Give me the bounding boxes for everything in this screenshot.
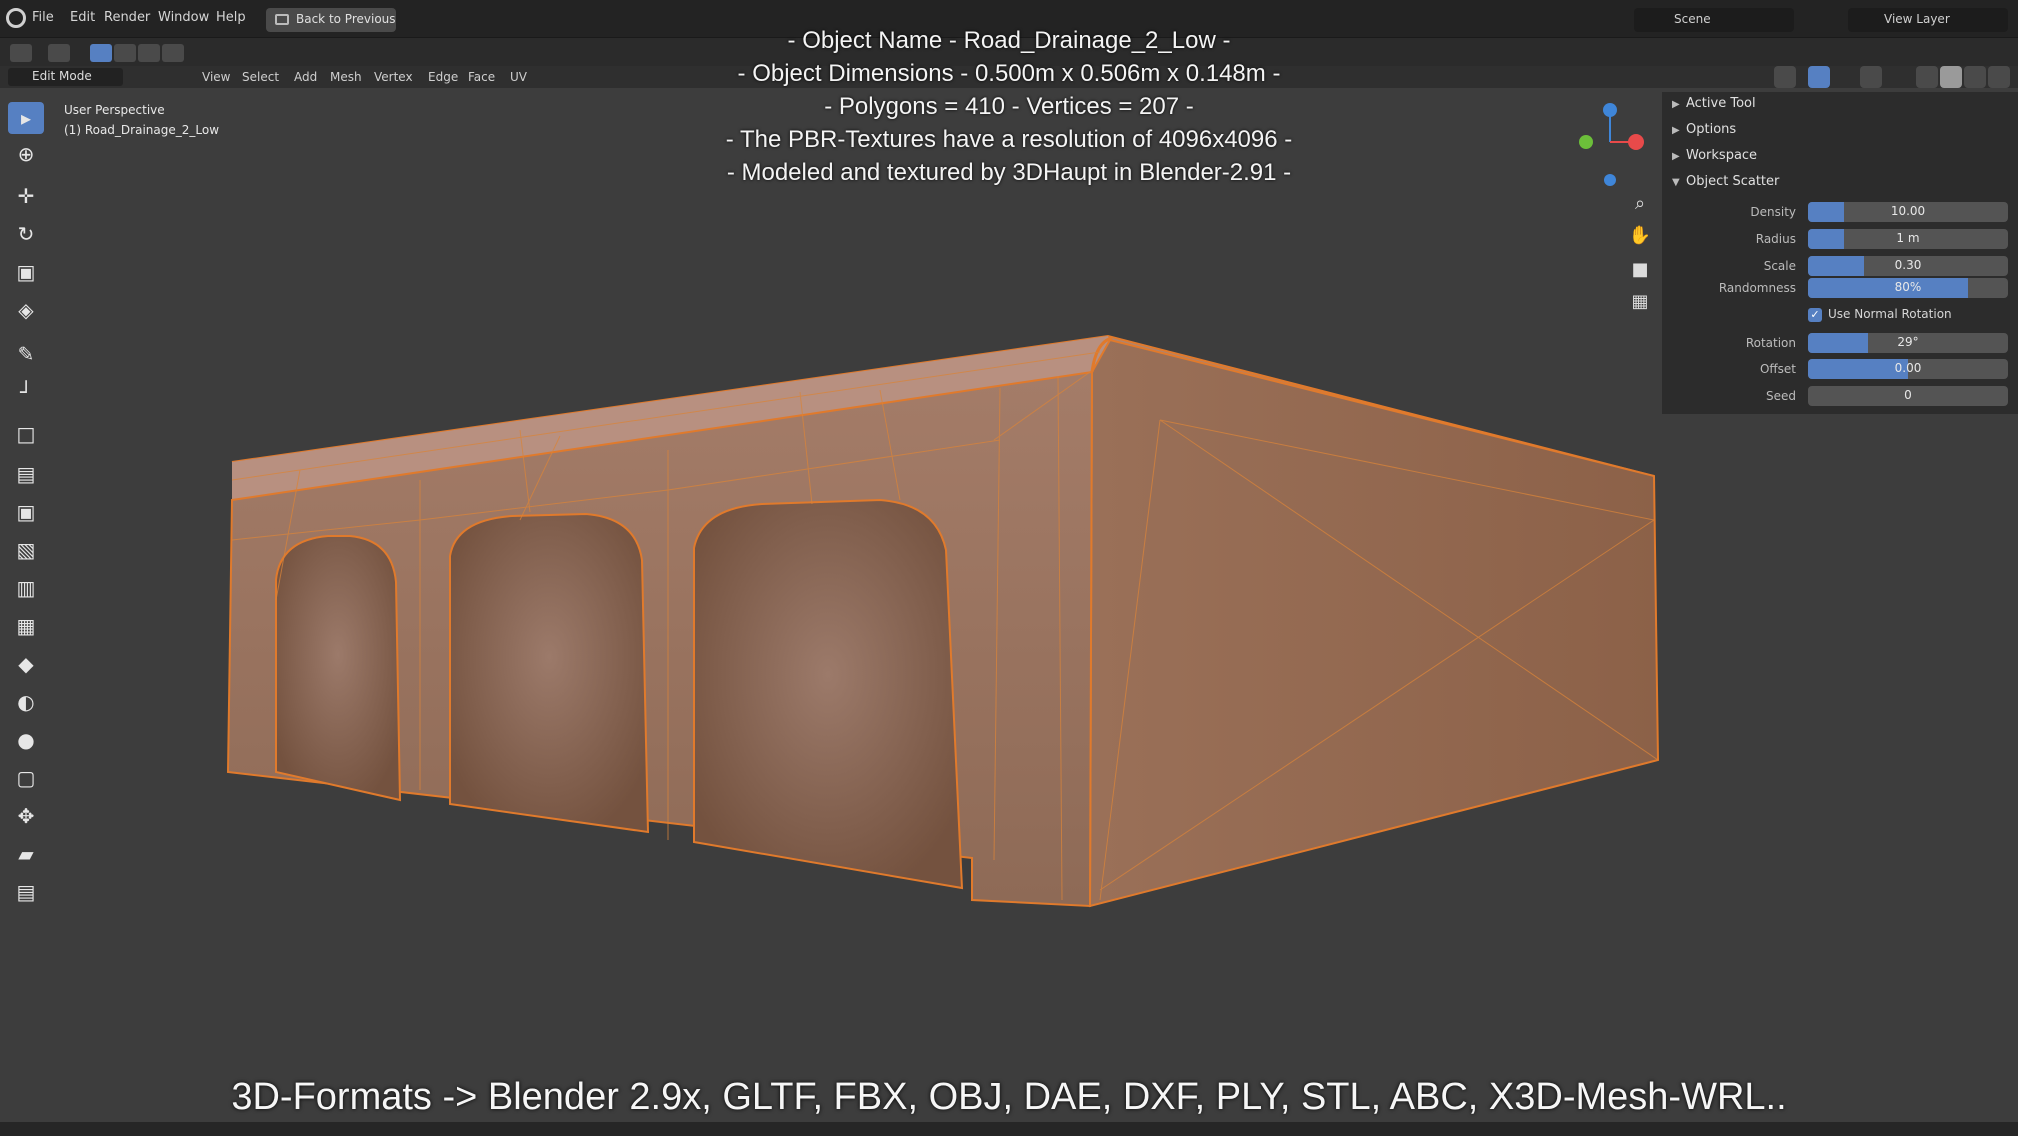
z-axis-handle[interactable]	[1603, 103, 1617, 117]
tool-shelf: ▸ ⊕ ✛ ↻ ▣ ◈ ✎ ┘ □ ▤ ▣ ▧ ▥ ▦ ◆ ◐ ● ▢ ✥ ▰ …	[4, 98, 46, 918]
scale-slider[interactable]: 0.30	[1808, 256, 2008, 276]
status-bar	[0, 1122, 2018, 1136]
density-slider[interactable]: 10.00	[1808, 202, 2008, 222]
overlay-line-dimensions: - Object Dimensions - 0.500m x 0.506m x …	[737, 60, 1281, 87]
rotation-label: Rotation	[1745, 336, 1796, 350]
panel-options[interactable]: ▶ Options	[1672, 122, 1736, 137]
expand-arrow-icon: ▶	[1672, 99, 1680, 110]
rotate-tool-icon[interactable]: ↻	[8, 218, 44, 250]
cursor-tool-icon[interactable]: ⊕	[8, 138, 44, 170]
annotate-tool-icon[interactable]: ✎	[8, 338, 44, 370]
seed-value: 0	[1904, 388, 1912, 402]
offset-slider[interactable]: 0.00	[1808, 359, 2008, 379]
radius-label: Radius	[1755, 232, 1796, 246]
use-normal-rotation-checkbox[interactable]: ✓	[1808, 308, 1822, 322]
rotation-slider[interactable]: 29°	[1808, 333, 2008, 353]
poly-build-tool-icon[interactable]: ◆	[8, 648, 44, 680]
use-normal-rotation-label: Use Normal Rotation	[1828, 307, 1952, 321]
shrink-fatten-tool-icon[interactable]: ✥	[8, 800, 44, 832]
formats-caption: 3D-Formats -> Blender 2.9x, GLTF, FBX, O…	[231, 1076, 1787, 1118]
view-name: User Perspective	[64, 103, 165, 117]
rotation-value: 29°	[1897, 335, 1919, 349]
edge-slide-tool-icon[interactable]: ▢	[8, 762, 44, 794]
scale-label: Scale	[1763, 259, 1796, 273]
neg-z-axis-handle[interactable]	[1604, 174, 1616, 186]
bevel-tool-icon[interactable]: ▧	[8, 534, 44, 566]
seed-slider[interactable]: 0	[1808, 386, 2008, 406]
expand-arrow-icon: ▶	[1672, 125, 1680, 136]
randomness-label: Randomness	[1718, 281, 1796, 295]
object-label: (1) Road_Drainage_2_Low	[64, 123, 220, 137]
scale-value: 0.30	[1894, 258, 1922, 272]
camera-view-icon[interactable]: ■	[1626, 256, 1654, 284]
shear-tool-icon[interactable]: ▰	[8, 838, 44, 870]
radius-value: 1 m	[1896, 231, 1920, 245]
radius-slider[interactable]: 1 m	[1808, 229, 2008, 249]
smooth-tool-icon[interactable]: ●	[8, 724, 44, 756]
navigation-gizmo[interactable]	[1568, 98, 1658, 198]
viewport-info: User Perspective (1) Road_Drainage_2_Low	[64, 100, 219, 140]
measure-tool-icon[interactable]: ┘	[8, 376, 44, 408]
ortho-toggle-icon[interactable]: ▦	[1626, 288, 1654, 316]
transform-tool-icon[interactable]: ◈	[8, 294, 44, 326]
density-value: 10.00	[1890, 204, 1926, 218]
x-axis-handle[interactable]	[1628, 134, 1644, 150]
spin-tool-icon[interactable]: ◐	[8, 686, 44, 718]
add-cube-tool-icon[interactable]: □	[8, 418, 44, 450]
panel-object-scatter[interactable]: ▼ Object Scatter	[1672, 174, 1779, 189]
seed-label: Seed	[1766, 389, 1796, 403]
pan-hand-icon[interactable]: ✋	[1626, 222, 1654, 250]
inset-tool-icon[interactable]: ▣	[8, 496, 44, 528]
panel-workspace[interactable]: ▶ Workspace	[1672, 148, 1757, 163]
scale-tool-icon[interactable]: ▣	[8, 256, 44, 288]
move-tool-icon[interactable]: ✛	[8, 180, 44, 212]
offset-value: 0.00	[1894, 361, 1922, 375]
offset-label: Offset	[1759, 362, 1796, 376]
knife-tool-icon[interactable]: ▦	[8, 610, 44, 642]
overlay-line-object-name: - Object Name - Road_Drainage_2_Low -	[787, 27, 1231, 54]
extrude-tool-icon[interactable]: ▤	[8, 458, 44, 490]
randomness-slider[interactable]: 80%	[1808, 278, 2008, 298]
select-tool-icon[interactable]: ▸	[8, 102, 44, 134]
panel-active-tool[interactable]: ▶ Active Tool	[1672, 96, 1756, 111]
loop-cut-tool-icon[interactable]: ▥	[8, 572, 44, 604]
y-axis-handle[interactable]	[1579, 135, 1593, 149]
rip-tool-icon[interactable]: ▤	[8, 876, 44, 908]
zoom-icon[interactable]: ⌕	[1626, 190, 1654, 218]
randomness-value: 80%	[1894, 280, 1922, 294]
density-label: Density	[1750, 205, 1796, 219]
collapse-arrow-icon: ▼	[1672, 177, 1680, 188]
expand-arrow-icon: ▶	[1672, 151, 1680, 162]
